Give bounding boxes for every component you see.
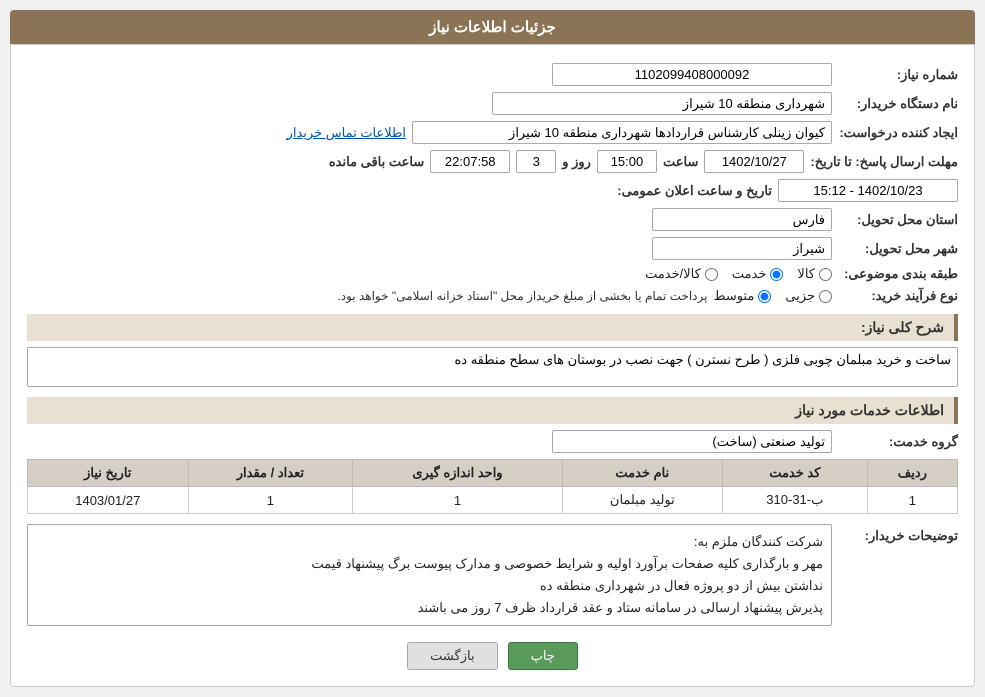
purchase-type-motawaset[interactable]: متوسط (713, 288, 771, 304)
purchase-type-label: نوع فرآیند خرید: (838, 288, 958, 304)
category-kala-label: کالا (797, 266, 815, 282)
buyer-notes-label: توضیحات خریدار: (838, 528, 958, 544)
category-label: طبقه بندی موضوعی: (838, 266, 958, 282)
city-label: شهر محل تحویل: (838, 241, 958, 257)
cell-unit: 1 (353, 487, 563, 514)
cell-quantity: 1 (188, 487, 353, 514)
purchase-type-radio-jozi[interactable] (819, 290, 832, 303)
deadline-remaining-input[interactable] (430, 150, 510, 173)
province-input[interactable] (652, 208, 832, 231)
category-kala-khedmat-label: کالا/خدمت (645, 266, 701, 282)
cell-name: تولید مبلمان (562, 487, 722, 514)
category-radio-kala[interactable] (819, 268, 832, 281)
col-qty: تعداد / مقدار (188, 460, 353, 487)
purchase-motawaset-label: متوسط (713, 288, 754, 304)
col-row: ردیف (867, 460, 957, 487)
deadline-date-input[interactable] (704, 150, 804, 173)
org-name-input[interactable] (492, 92, 832, 115)
public-date-label: تاریخ و ساعت اعلان عمومی: (592, 183, 772, 199)
category-option-kala[interactable]: کالا (797, 266, 832, 282)
purchase-type-jozi[interactable]: جزیی (785, 288, 832, 304)
province-label: استان محل تحویل: (838, 212, 958, 228)
col-code: کد خدمت (722, 460, 867, 487)
buyer-notes-content: شرکت کنندگان ملزم به: مهر و بارگذاری کلی… (27, 524, 832, 626)
category-radio-group: کالا خدمت کالا/خدمت (645, 266, 832, 282)
action-buttons: چاپ بازگشت (27, 642, 958, 670)
print-button[interactable]: چاپ (508, 642, 578, 670)
creator-input[interactable] (412, 121, 832, 144)
deadline-time-label: ساعت (663, 154, 698, 170)
cell-code: ب-31-310 (722, 487, 867, 514)
purchase-type-note: پرداخت تمام یا بخشی از مبلغ خریداز محل "… (337, 289, 707, 303)
description-section-title: شرح کلی نیاز: (27, 314, 958, 341)
deadline-day-label: روز و (562, 154, 591, 170)
service-group-label: گروه خدمت: (838, 434, 958, 450)
deadline-remaining-label: ساعت باقی مانده (329, 154, 424, 170)
cell-date: 1403/01/27 (28, 487, 189, 514)
request-number-label: شماره نیاز: (838, 67, 958, 83)
page-header: جزئیات اطلاعات نیاز (10, 10, 975, 44)
request-number-input[interactable] (552, 63, 832, 86)
cell-row: 1 (867, 487, 957, 514)
city-input[interactable] (652, 237, 832, 260)
col-unit: واحد اندازه گیری (353, 460, 563, 487)
creator-label: ایجاد کننده درخواست: (838, 125, 958, 141)
deadline-time-input[interactable] (597, 150, 657, 173)
buyer-notes-line3: نداشتن بیش از دو پروژه فعال در شهرداری م… (36, 575, 823, 597)
category-option-kala-khedmat[interactable]: کالا/خدمت (645, 266, 718, 282)
col-name: نام خدمت (562, 460, 722, 487)
services-section-title: اطلاعات خدمات مورد نیاز (27, 397, 958, 424)
buyer-notes-line2: مهر و بارگذاری کلیه صفحات برآورد اولیه و… (36, 553, 823, 575)
service-group-input[interactable] (552, 430, 832, 453)
purchase-jozi-label: جزیی (785, 288, 815, 304)
description-textarea[interactable] (27, 347, 958, 387)
org-name-label: نام دستگاه خریدار: (838, 96, 958, 112)
category-radio-khedmat[interactable] (770, 268, 783, 281)
buyer-notes-line1: شرکت کنندگان ملزم به: (36, 531, 823, 553)
services-table: ردیف کد خدمت نام خدمت واحد اندازه گیری ت… (27, 459, 958, 514)
category-option-khedmat[interactable]: خدمت (732, 266, 784, 282)
category-radio-kala-khedmat[interactable] (705, 268, 718, 281)
category-khedmat-label: خدمت (732, 266, 767, 282)
back-button[interactable]: بازگشت (407, 642, 497, 670)
buyer-notes-line4: پذیرش پیشنهاد ارسالی در سامانه ستاد و عق… (36, 597, 823, 619)
col-date: تاریخ نیاز (28, 460, 189, 487)
purchase-type-radio-group: جزیی متوسط (713, 288, 832, 304)
purchase-type-radio-motawaset[interactable] (758, 290, 771, 303)
deadline-day-input[interactable] (516, 150, 556, 173)
table-row: 1ب-31-310تولید مبلمان111403/01/27 (28, 487, 958, 514)
creator-contact-link[interactable]: اطلاعات تماس خریدار (287, 125, 406, 141)
public-date-input[interactable] (778, 179, 958, 202)
deadline-label: مهلت ارسال پاسخ: تا تاریخ: (810, 154, 958, 170)
